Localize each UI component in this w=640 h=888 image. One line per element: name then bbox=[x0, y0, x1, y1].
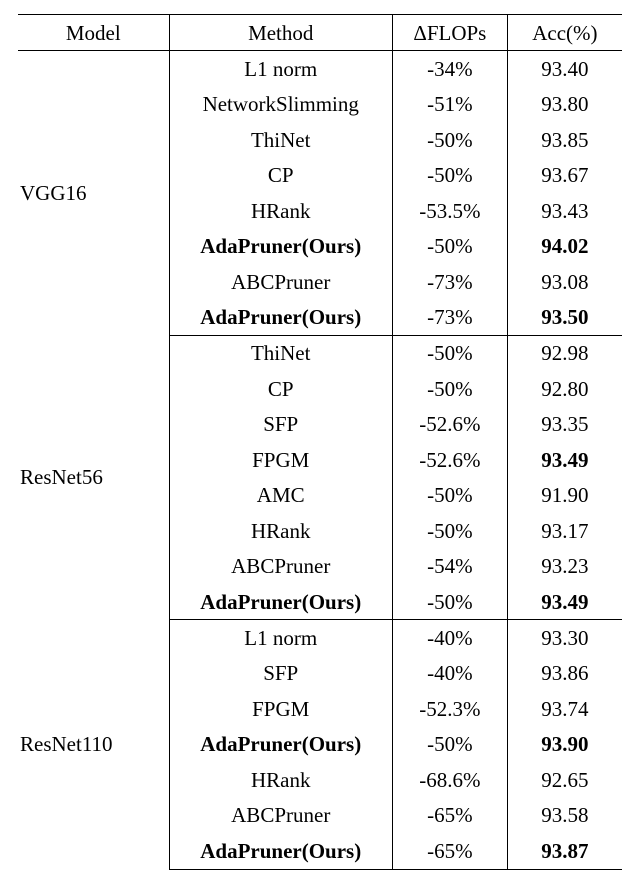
acc-cell: 92.65 bbox=[507, 762, 622, 797]
flops-cell: -52.6% bbox=[392, 407, 507, 442]
acc-cell: 93.49 bbox=[507, 584, 622, 620]
acc-cell: 92.98 bbox=[507, 335, 622, 371]
acc-cell: 91.90 bbox=[507, 478, 622, 513]
model-name: ResNet110 bbox=[18, 620, 169, 869]
section-resnet56: ResNet56 ThiNet -50% 92.98 CP -50% 92.80… bbox=[18, 335, 622, 620]
acc-cell: 93.90 bbox=[507, 727, 622, 762]
flops-cell: -65% bbox=[392, 833, 507, 869]
method-cell: AdaPruner(Ours) bbox=[169, 727, 392, 762]
table-row: ResNet110 L1 norm -40% 93.30 bbox=[18, 620, 622, 656]
flops-cell: -50% bbox=[392, 335, 507, 371]
method-cell: CP bbox=[169, 158, 392, 193]
flops-cell: -40% bbox=[392, 656, 507, 691]
acc-cell: 93.49 bbox=[507, 442, 622, 477]
flops-cell: -73% bbox=[392, 300, 507, 336]
flops-cell: -50% bbox=[392, 229, 507, 264]
acc-cell: 93.80 bbox=[507, 87, 622, 122]
flops-cell: -50% bbox=[392, 478, 507, 513]
method-bold: AdaPruner(Ours) bbox=[200, 839, 361, 863]
acc-cell: 93.08 bbox=[507, 264, 622, 299]
model-name: ResNet56 bbox=[18, 335, 169, 620]
table-row: ResNet56 ThiNet -50% 92.98 bbox=[18, 335, 622, 371]
acc-bold: 93.50 bbox=[541, 305, 588, 329]
method-cell: ABCPruner bbox=[169, 549, 392, 584]
table-row: VGG16 L1 norm -34% 93.40 bbox=[18, 51, 622, 87]
acc-cell: 93.67 bbox=[507, 158, 622, 193]
method-bold: AdaPruner(Ours) bbox=[200, 234, 361, 258]
method-cell: AMC bbox=[169, 478, 392, 513]
acc-cell: 93.35 bbox=[507, 407, 622, 442]
flops-cell: -50% bbox=[392, 513, 507, 548]
flops-cell: -52.3% bbox=[392, 691, 507, 726]
method-cell: FPGM bbox=[169, 442, 392, 477]
method-cell: HRank bbox=[169, 193, 392, 228]
method-cell: SFP bbox=[169, 407, 392, 442]
acc-cell: 93.87 bbox=[507, 833, 622, 869]
acc-cell: 93.86 bbox=[507, 656, 622, 691]
method-cell: AdaPruner(Ours) bbox=[169, 584, 392, 620]
col-model: Model bbox=[18, 15, 169, 51]
flops-cell: -54% bbox=[392, 549, 507, 584]
method-cell: FPGM bbox=[169, 691, 392, 726]
flops-cell: -52.6% bbox=[392, 442, 507, 477]
flops-cell: -65% bbox=[392, 798, 507, 833]
method-cell: ThiNet bbox=[169, 122, 392, 157]
method-cell: AdaPruner(Ours) bbox=[169, 300, 392, 336]
acc-cell: 93.23 bbox=[507, 549, 622, 584]
acc-cell: 93.17 bbox=[507, 513, 622, 548]
method-cell: ABCPruner bbox=[169, 798, 392, 833]
flops-cell: -51% bbox=[392, 87, 507, 122]
method-bold: AdaPruner(Ours) bbox=[200, 305, 361, 329]
acc-cell: 93.30 bbox=[507, 620, 622, 656]
model-name: VGG16 bbox=[18, 51, 169, 336]
flops-cell: -68.6% bbox=[392, 762, 507, 797]
flops-cell: -50% bbox=[392, 122, 507, 157]
method-cell: AdaPruner(Ours) bbox=[169, 229, 392, 264]
col-method: Method bbox=[169, 15, 392, 51]
method-bold: AdaPruner(Ours) bbox=[200, 732, 361, 756]
method-cell: L1 norm bbox=[169, 51, 392, 87]
acc-cell: 94.02 bbox=[507, 229, 622, 264]
col-flops: ΔFLOPs bbox=[392, 15, 507, 51]
col-acc: Acc(%) bbox=[507, 15, 622, 51]
method-cell: ThiNet bbox=[169, 335, 392, 371]
flops-cell: -53.5% bbox=[392, 193, 507, 228]
flops-cell: -50% bbox=[392, 158, 507, 193]
method-cell: HRank bbox=[169, 513, 392, 548]
acc-bold: 93.49 bbox=[541, 590, 588, 614]
flops-cell: -50% bbox=[392, 371, 507, 406]
method-cell: HRank bbox=[169, 762, 392, 797]
acc-bold: 93.90 bbox=[541, 732, 588, 756]
table-header-row: Model Method ΔFLOPs Acc(%) bbox=[18, 15, 622, 51]
method-bold: AdaPruner(Ours) bbox=[200, 590, 361, 614]
acc-cell: 93.58 bbox=[507, 798, 622, 833]
acc-bold: 94.02 bbox=[541, 234, 588, 258]
results-table: Model Method ΔFLOPs Acc(%) VGG16 L1 norm… bbox=[18, 14, 622, 870]
method-cell: CP bbox=[169, 371, 392, 406]
acc-cell: 93.40 bbox=[507, 51, 622, 87]
method-cell: AdaPruner(Ours) bbox=[169, 833, 392, 869]
flops-cell: -73% bbox=[392, 264, 507, 299]
acc-cell: 93.43 bbox=[507, 193, 622, 228]
method-cell: ABCPruner bbox=[169, 264, 392, 299]
acc-bold: 93.49 bbox=[541, 448, 588, 472]
section-vgg16: VGG16 L1 norm -34% 93.40 NetworkSlimming… bbox=[18, 51, 622, 336]
acc-cell: 93.74 bbox=[507, 691, 622, 726]
acc-cell: 92.80 bbox=[507, 371, 622, 406]
flops-cell: -40% bbox=[392, 620, 507, 656]
method-cell: NetworkSlimming bbox=[169, 87, 392, 122]
acc-cell: 93.50 bbox=[507, 300, 622, 336]
method-cell: L1 norm bbox=[169, 620, 392, 656]
flops-cell: -50% bbox=[392, 584, 507, 620]
method-cell: SFP bbox=[169, 656, 392, 691]
acc-bold: 93.87 bbox=[541, 839, 588, 863]
acc-cell: 93.85 bbox=[507, 122, 622, 157]
section-resnet110: ResNet110 L1 norm -40% 93.30 SFP -40% 93… bbox=[18, 620, 622, 869]
flops-cell: -50% bbox=[392, 727, 507, 762]
flops-cell: -34% bbox=[392, 51, 507, 87]
